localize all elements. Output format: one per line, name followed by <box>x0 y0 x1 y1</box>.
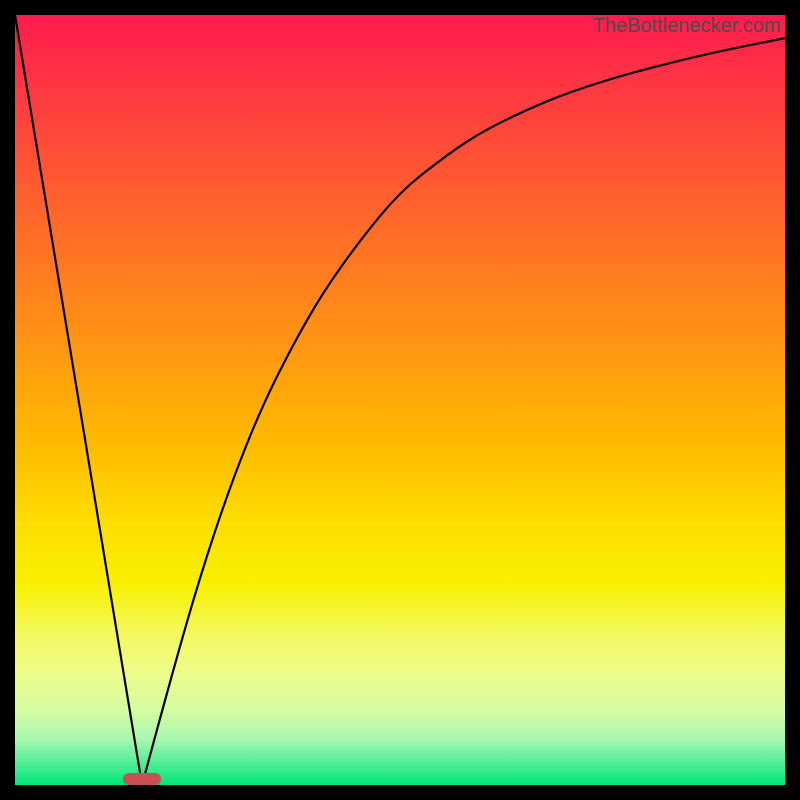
line-left-slope <box>15 15 142 785</box>
chart-frame: TheBottlenecker.com <box>0 0 800 800</box>
chart-lines <box>15 15 785 785</box>
optimal-marker <box>123 773 162 785</box>
plot-area: TheBottlenecker.com <box>15 15 785 785</box>
line-right-curve <box>142 38 785 785</box>
